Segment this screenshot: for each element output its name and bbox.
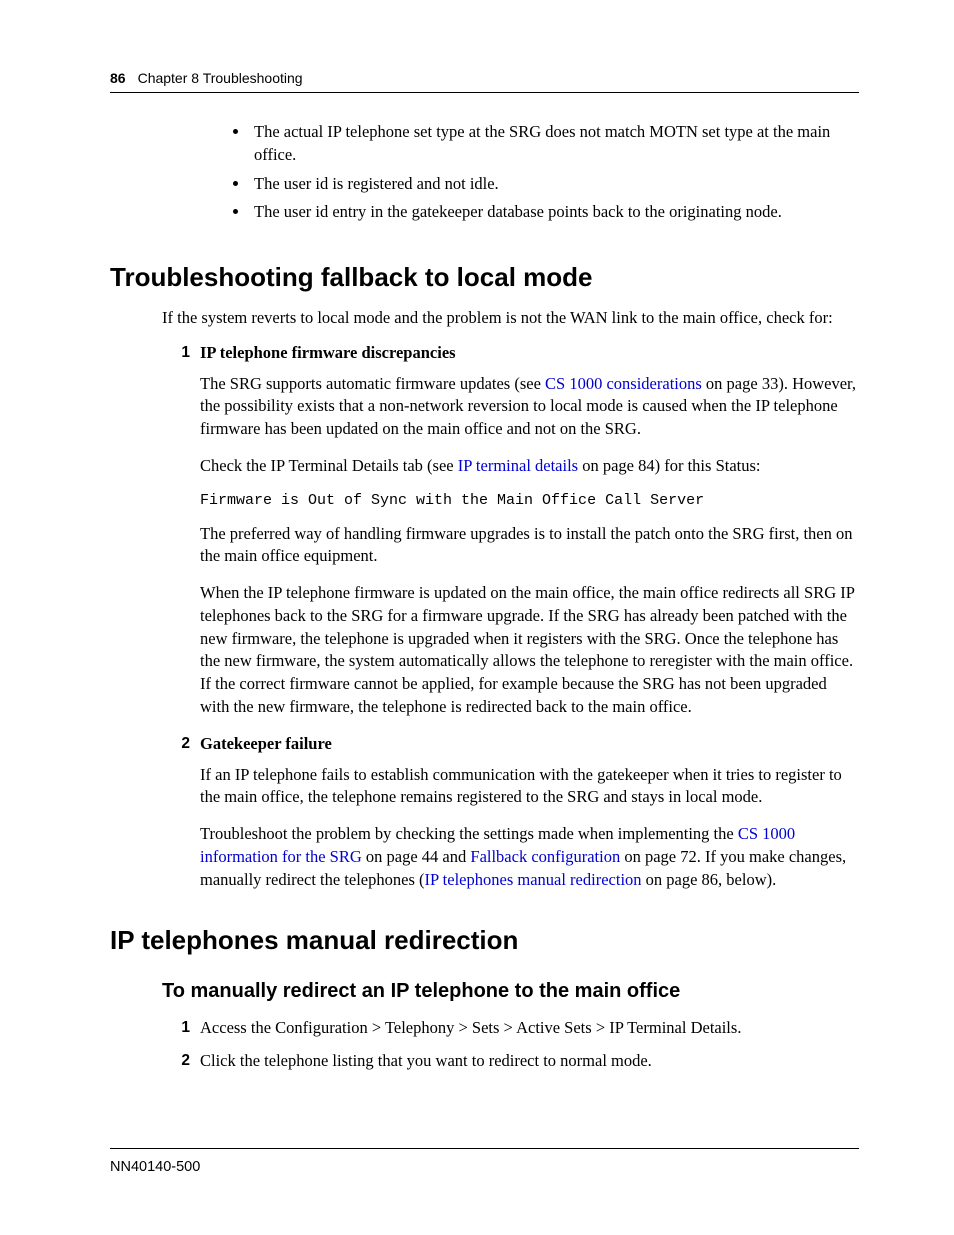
step-row: 2 Click the telephone listing that you w… [162,1050,859,1073]
xref-fallback-configuration[interactable]: Fallback configuration [470,847,620,866]
chapter-title: Chapter 8 Troubleshooting [138,70,303,86]
body-paragraph: Troubleshoot the problem by checking the… [200,823,859,891]
xref-cs1000-considerations[interactable]: CS 1000 considerations [545,374,702,393]
body-paragraph: The SRG supports automatic firmware upda… [200,373,859,441]
body-paragraph: When the IP telephone firmware is update… [200,582,859,719]
section-intro: If the system reverts to local mode and … [162,307,859,330]
procedure-heading: To manually redirect an IP telephone to … [162,980,859,1003]
xref-ip-terminal-details[interactable]: IP terminal details [458,456,578,475]
continuation-bullet-list: The actual IP telephone set type at the … [110,121,859,224]
item-label: Gatekeeper failure [200,733,332,756]
list-item: The user id is registered and not idle. [250,173,859,196]
step-text: Access the Configuration > Telephony > S… [200,1017,741,1040]
status-code-line: Firmware is Out of Sync with the Main Of… [200,492,859,509]
body-paragraph: Check the IP Terminal Details tab (see I… [200,455,859,478]
numbered-item-2: 2 Gatekeeper failure [162,733,859,756]
body-paragraph: The preferred way of handling firmware u… [200,523,859,569]
page-header: 86 Chapter 8 Troubleshooting [110,70,859,93]
section-heading-manual-redirect: IP telephones manual redirection [110,925,859,956]
step-number: 2 [162,1050,200,1073]
numbered-item-1: 1 IP telephone firmware discrepancies [162,342,859,365]
step-number: 1 [162,1017,200,1040]
page-number: 86 [110,70,126,86]
list-item: The user id entry in the gatekeeper data… [250,201,859,224]
document-id: NN40140-500 [110,1159,200,1175]
step-text: Click the telephone listing that you wan… [200,1050,652,1073]
step-row: 1 Access the Configuration > Telephony >… [162,1017,859,1040]
xref-ip-telephones-manual-redirection[interactable]: IP telephones manual redirection [425,870,642,889]
item-number: 2 [162,733,200,756]
item-label: IP telephone firmware discrepancies [200,342,456,365]
item-number: 1 [162,342,200,365]
body-paragraph: If an IP telephone fails to establish co… [200,764,859,810]
page-footer: NN40140-500 [110,1148,859,1175]
section-heading-fallback: Troubleshooting fallback to local mode [110,262,859,293]
list-item: The actual IP telephone set type at the … [250,121,859,167]
